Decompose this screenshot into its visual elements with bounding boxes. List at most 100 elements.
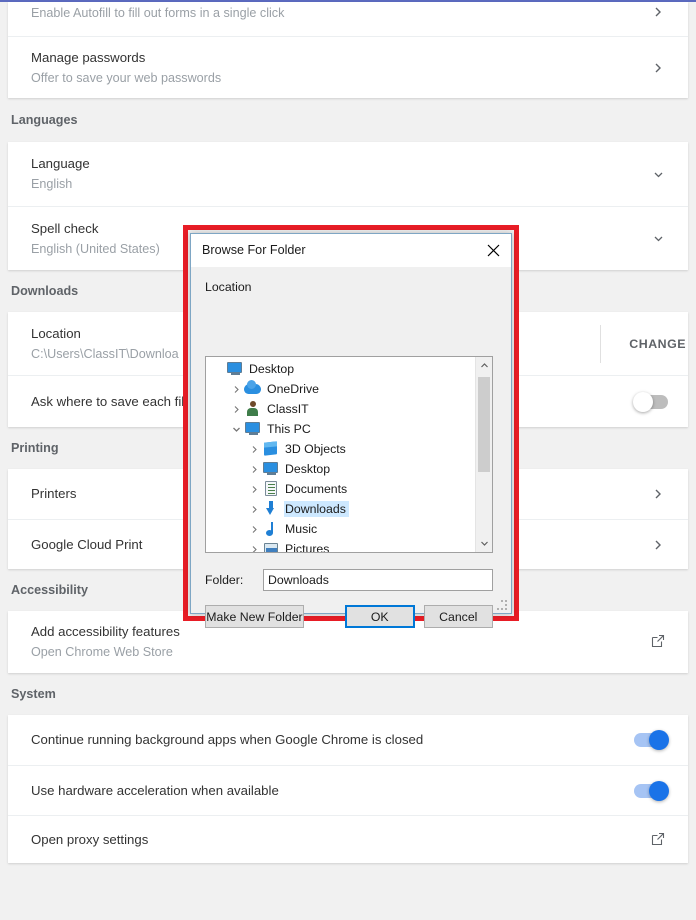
folder-name-input[interactable] <box>263 569 493 591</box>
chevron-right-icon[interactable] <box>228 381 244 397</box>
chevron-right-icon[interactable] <box>246 521 262 537</box>
settings-row-language[interactable]: Language English <box>8 142 688 206</box>
folder-tree[interactable]: Desktop OneDrive ClassIT This PC 3D Objects D… <box>205 356 493 553</box>
cube-icon <box>262 441 280 457</box>
tree-item-label: This PC <box>267 422 311 436</box>
chevron-down-icon[interactable] <box>648 164 668 184</box>
toggle-knob <box>649 730 669 750</box>
folder-tree-list: Desktop OneDrive ClassIT This PC 3D Objects D… <box>206 357 475 552</box>
row-title: Open proxy settings <box>31 831 149 847</box>
tree-item-documents[interactable]: Documents <box>206 479 475 499</box>
resize-grip-icon[interactable] <box>497 600 508 611</box>
tree-item-label: Pictures <box>285 542 330 553</box>
row-text: Use hardware acceleration when available <box>31 782 634 800</box>
ok-button[interactable]: OK <box>344 605 415 628</box>
tree-item-desktop[interactable]: Desktop <box>206 359 475 379</box>
settings-row-open-proxy-settings[interactable]: Open proxy settings <box>8 815 688 863</box>
tree-item-onedrive[interactable]: OneDrive <box>206 379 475 399</box>
screen: Enable Autofill to fill out forms in a s… <box>0 0 696 920</box>
chevron-right-icon[interactable] <box>246 541 262 552</box>
change-download-location-button[interactable]: CHANGE <box>627 331 688 357</box>
chevron-right-icon[interactable] <box>648 535 668 555</box>
tree-scrollbar[interactable] <box>475 357 492 552</box>
chevron-right-icon[interactable] <box>228 401 244 417</box>
monitor-icon <box>244 421 262 437</box>
tree-item-label: ClassIT <box>267 402 309 416</box>
tree-item-3d-objects[interactable]: 3D Objects <box>206 439 475 459</box>
chevron-right-icon[interactable] <box>648 58 668 78</box>
chevron-right-icon[interactable] <box>246 461 262 477</box>
row-title: Manage passwords <box>31 49 146 65</box>
settings-row-autofill[interactable]: Enable Autofill to fill out forms in a s… <box>8 2 688 36</box>
autofill-subtitle: Enable Autofill to fill out forms in a s… <box>31 6 285 20</box>
tree-item-downloads[interactable]: Downloads <box>206 499 475 519</box>
section-header-languages: Languages <box>11 113 78 127</box>
external-link-icon[interactable] <box>650 633 668 651</box>
tree-item-music[interactable]: Music <box>206 519 475 539</box>
hardware-acceleration-toggle[interactable] <box>634 780 669 801</box>
settings-row-hardware-acceleration[interactable]: Use hardware acceleration when available <box>8 765 688 815</box>
external-link-icon[interactable] <box>650 831 668 849</box>
document-icon <box>262 481 280 497</box>
chevron-right-icon[interactable] <box>246 481 262 497</box>
make-new-folder-button[interactable]: Make New Folder <box>205 605 304 628</box>
person-icon <box>244 401 262 417</box>
chevron-right-icon[interactable] <box>246 501 262 517</box>
chevron-down-icon[interactable] <box>648 229 668 249</box>
chevron-right-icon[interactable] <box>648 2 668 22</box>
row-subtitle: Offer to save your web passwords <box>31 70 222 85</box>
section-header-system: System <box>11 687 56 701</box>
monitor-icon <box>262 461 280 477</box>
row-subtitle: English <box>31 177 73 191</box>
ask-where-to-save-toggle[interactable] <box>633 391 668 412</box>
dialog-title: Browse For Folder <box>202 243 306 257</box>
row-title: Use hardware acceleration when available <box>31 782 279 798</box>
vertical-divider <box>600 324 602 363</box>
row-title: Language <box>31 156 90 171</box>
row-text: Enable Autofill to fill out forms in a s… <box>31 2 648 22</box>
tree-item-label: Music <box>285 522 318 536</box>
tree-item-label: 3D Objects <box>285 442 346 456</box>
cloud-icon <box>244 380 262 397</box>
chevron-right-icon[interactable] <box>246 441 262 457</box>
tree-item-label: Downloads <box>284 501 349 517</box>
chevron-down-icon[interactable] <box>228 421 244 437</box>
chevron-right-icon[interactable] <box>648 484 668 504</box>
toggle-knob <box>633 391 653 412</box>
toggle-knob <box>649 780 669 801</box>
scrollbar-thumb[interactable] <box>478 377 490 472</box>
dialog-title-bar: Browse For Folder <box>191 234 511 267</box>
settings-row-manage-passwords[interactable]: Manage passwords Offer to save your web … <box>8 36 688 98</box>
settings-row-background-apps[interactable]: Continue running background apps when Go… <box>8 715 688 765</box>
browse-for-folder-dialog: Browse For Folder Location Desktop OneDri… <box>190 233 512 628</box>
tree-item-label: Documents <box>285 482 348 496</box>
scroll-up-icon[interactable] <box>476 357 492 374</box>
row-text: Open proxy settings <box>31 831 650 849</box>
tree-item-label: OneDrive <box>267 382 319 396</box>
tree-item-label: Desktop <box>249 362 295 376</box>
row-text: Continue running background apps when Go… <box>31 731 634 749</box>
cancel-button[interactable]: Cancel <box>423 605 493 628</box>
picture-icon <box>262 541 280 552</box>
dialog-body: Location Desktop OneDrive ClassIT This PC 3D… <box>191 267 511 628</box>
tree-item-classit[interactable]: ClassIT <box>206 399 475 419</box>
close-icon[interactable] <box>475 234 511 266</box>
system-card: Continue running background apps when Go… <box>8 715 688 863</box>
row-text: Language English <box>31 155 648 193</box>
row-text: Add accessibility features Open Chrome W… <box>31 623 650 661</box>
scroll-down-icon[interactable] <box>476 535 492 552</box>
autofill-card: Enable Autofill to fill out forms in a s… <box>8 2 688 98</box>
tree-item-pictures[interactable]: Pictures <box>206 539 475 553</box>
folder-label: Folder: <box>205 573 244 587</box>
row-title: Continue running background apps when Go… <box>31 732 424 747</box>
tree-item-this-pc[interactable]: This PC <box>206 419 475 439</box>
tree-item-label: Desktop <box>285 462 331 476</box>
background-apps-toggle[interactable] <box>634 730 669 750</box>
row-text: Manage passwords Offer to save your web … <box>31 49 648 87</box>
music-icon <box>262 521 280 537</box>
folder-name-row: Folder: <box>205 569 493 591</box>
tree-item-desktop[interactable]: Desktop <box>206 459 475 479</box>
change-location-wrap: CHANGE <box>600 312 688 375</box>
dialog-location-label: Location <box>205 280 252 294</box>
monitor-icon <box>226 361 244 377</box>
